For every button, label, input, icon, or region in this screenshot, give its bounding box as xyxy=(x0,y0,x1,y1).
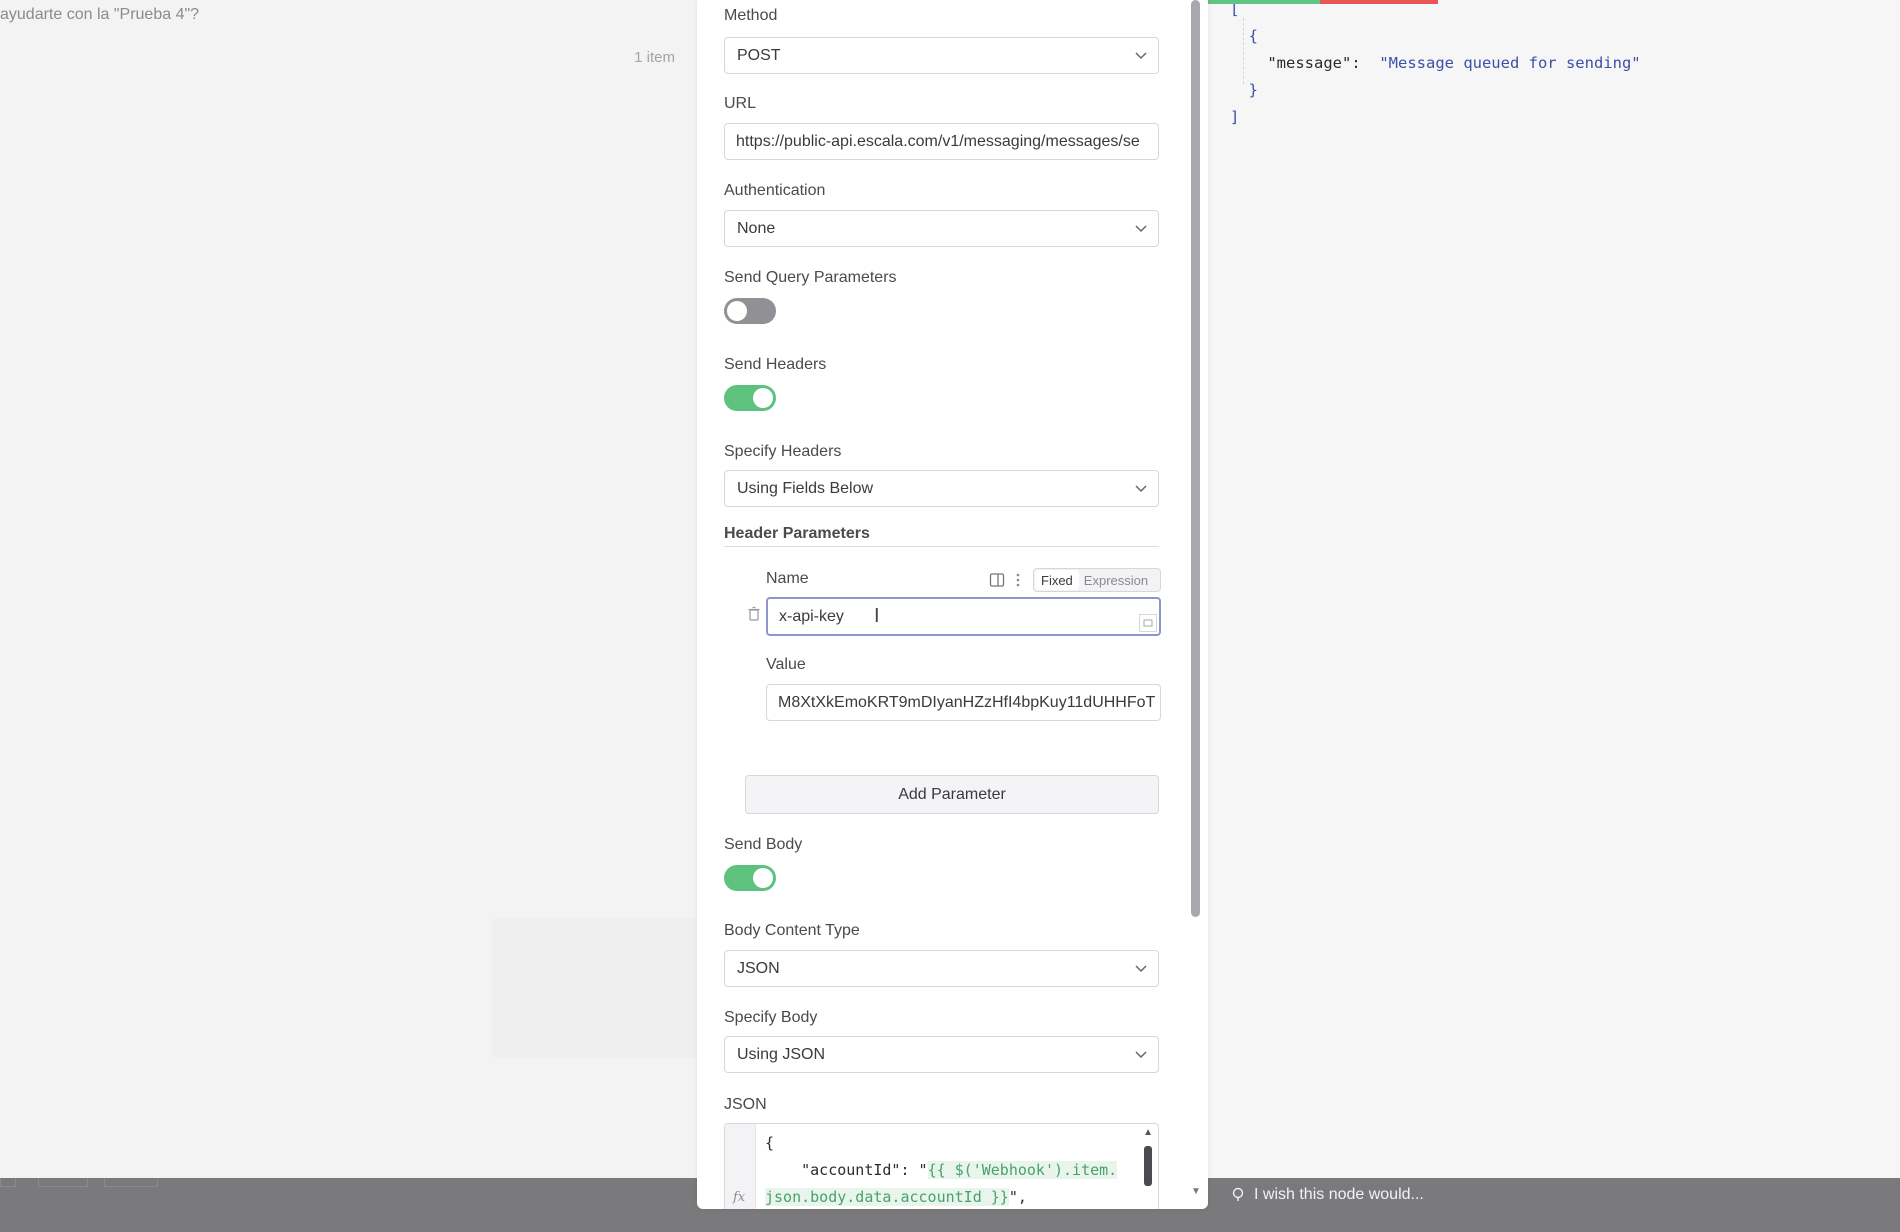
specify-headers-select[interactable]: Using Fields Below xyxy=(724,470,1159,507)
json-key: "message": xyxy=(1267,54,1361,72)
authentication-select[interactable]: None xyxy=(724,210,1159,247)
authentication-label: Authentication xyxy=(724,182,826,199)
authentication-value: None xyxy=(737,220,776,237)
header-name-label: Name xyxy=(766,570,809,587)
add-parameter-button[interactable]: Add Parameter xyxy=(745,775,1159,814)
code-expression: json.body.data.accountId }} xyxy=(765,1188,1009,1206)
json-brace-close: } xyxy=(1248,81,1259,99)
send-body-label: Send Body xyxy=(724,836,803,853)
status-bar-error xyxy=(1320,0,1438,4)
expand-editor-icon[interactable] xyxy=(1139,614,1157,632)
panel-toggle-icon[interactable] xyxy=(989,572,1005,588)
section-divider xyxy=(724,546,1159,547)
code-line: { xyxy=(765,1134,775,1152)
body-content-type-select[interactable]: JSON xyxy=(724,950,1159,987)
json-code[interactable]: { "accountId": "{{ $('Webhook').item. js… xyxy=(765,1130,1118,1209)
body-content-type-value: JSON xyxy=(737,960,780,977)
feedback-label: I wish this node would... xyxy=(1254,1186,1424,1203)
code-line: ", xyxy=(1008,1188,1027,1206)
url-label: URL xyxy=(724,95,757,112)
mode-expression-option[interactable]: Expression xyxy=(1080,569,1152,591)
bottom-tab[interactable] xyxy=(104,1178,158,1187)
item-count: 1 item xyxy=(634,49,675,66)
input-pane: ayudarte con la "Prueba 4"? 1 item xyxy=(0,0,1412,1178)
json-value[interactable]: "Message queued for sending" xyxy=(1379,54,1640,72)
lightbulb-icon xyxy=(1232,1187,1244,1201)
json-guide-line xyxy=(1243,18,1245,84)
text-cursor-icon: I xyxy=(874,605,880,627)
header-name-value: x-api-key xyxy=(779,608,844,625)
specify-body-label: Specify Body xyxy=(724,1009,818,1026)
specify-body-select[interactable]: Using JSON xyxy=(724,1036,1159,1073)
url-input[interactable]: https://public-api.escala.com/v1/messagi… xyxy=(724,123,1159,160)
chevron-down-icon xyxy=(1135,52,1147,60)
mode-fixed-option[interactable]: Fixed xyxy=(1035,570,1079,590)
fixed-expression-switch[interactable]: Fixed Expression xyxy=(1033,568,1161,592)
specify-headers-label: Specify Headers xyxy=(724,443,842,460)
header-value-label: Value xyxy=(766,656,806,673)
method-value: POST xyxy=(737,47,781,64)
header-value-input[interactable]: M8XtXkEmoKRT9mDIyanHZzHfI4bpKuy11dUHHFoT xyxy=(766,684,1161,721)
json-code-editor[interactable]: fx { "accountId": "{{ $('Webhook').item.… xyxy=(724,1123,1159,1209)
trash-icon[interactable] xyxy=(747,606,761,622)
toggle-knob xyxy=(753,388,773,408)
panel-scrollbar[interactable] xyxy=(1191,0,1200,917)
header-parameters-title: Header Parameters xyxy=(724,525,870,542)
code-expression: {{ $('Webhook').item. xyxy=(927,1161,1118,1179)
header-name-input[interactable]: x-api-key I xyxy=(766,597,1161,636)
chevron-down-icon xyxy=(1135,965,1147,973)
method-select[interactable]: POST xyxy=(724,37,1159,74)
bottom-tab[interactable] xyxy=(0,1178,16,1187)
toggle-knob xyxy=(727,301,747,321)
send-query-toggle[interactable] xyxy=(724,298,776,324)
chevron-down-icon xyxy=(1135,485,1147,493)
json-label: JSON xyxy=(724,1096,767,1113)
method-label: Method xyxy=(724,7,778,24)
scroll-down-icon[interactable]: ▼ xyxy=(1191,1186,1201,1197)
specify-headers-value: Using Fields Below xyxy=(737,480,874,497)
body-content-type-label: Body Content Type xyxy=(724,922,860,939)
editor-scrollbar[interactable] xyxy=(1144,1146,1152,1186)
more-options-icon[interactable] xyxy=(1015,572,1021,588)
header-value-value: M8XtXkEmoKRT9mDIyanHZzHfI4bpKuy11dUHHFoT xyxy=(778,694,1156,711)
specify-body-value: Using JSON xyxy=(737,1046,826,1063)
chevron-down-icon xyxy=(1135,1051,1147,1059)
bottom-tab[interactable] xyxy=(38,1178,88,1187)
send-query-label: Send Query Parameters xyxy=(724,269,897,286)
toggle-knob xyxy=(753,868,773,888)
feedback-link[interactable]: I wish this node would... xyxy=(1232,1186,1424,1204)
output-pane: [ { "message": "Message queued for sendi… xyxy=(1208,0,1900,1178)
code-line: "accountId": " xyxy=(765,1161,928,1179)
send-headers-label: Send Headers xyxy=(724,356,827,373)
send-headers-toggle[interactable] xyxy=(724,385,776,411)
scroll-up-icon[interactable]: ▲ xyxy=(1143,1127,1153,1138)
parameters-panel: ▼ Method POST URL https://public-api.esc… xyxy=(697,0,1208,1209)
expression-fx-icon: fx xyxy=(733,1190,746,1205)
chevron-down-icon xyxy=(1135,225,1147,233)
output-json: [ { "message": "Message queued for sendi… xyxy=(1230,0,1641,131)
send-body-toggle[interactable] xyxy=(724,865,776,891)
url-value: https://public-api.escala.com/v1/messagi… xyxy=(736,133,1140,150)
input-preview-text: ayudarte con la "Prueba 4"? xyxy=(0,6,200,23)
json-brace-open: { xyxy=(1248,27,1259,45)
json-bracket-close: ] xyxy=(1230,108,1240,126)
